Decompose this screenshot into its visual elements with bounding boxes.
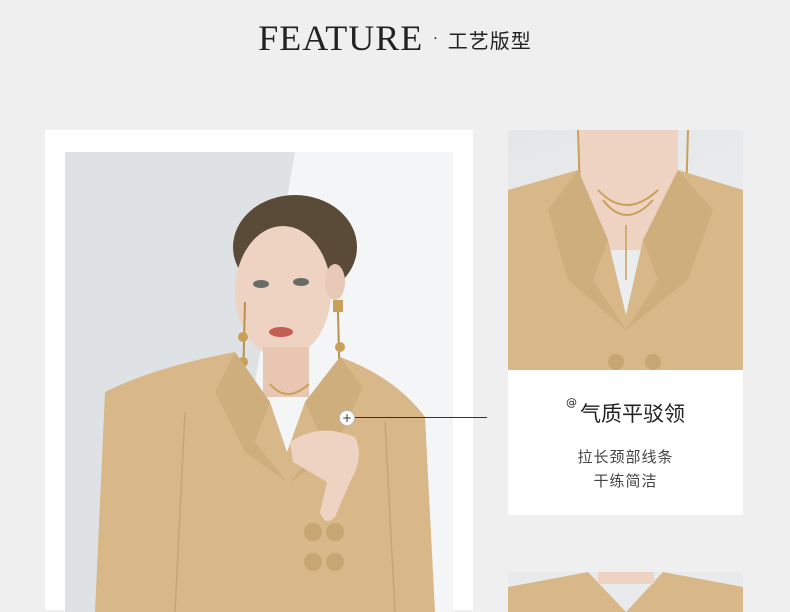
detail-photo-2: [508, 572, 743, 612]
feature-title: @ 气质平驳领: [508, 396, 743, 428]
collar-detail-photo: [508, 130, 743, 370]
section-header: FEATURE · 工艺版型: [0, 18, 790, 58]
title-separator: ·: [433, 31, 438, 47]
feature-desc-line-2: 干练简洁: [593, 472, 658, 490]
feature-marker: @: [566, 396, 577, 409]
model-photo: [65, 152, 453, 612]
plus-icon[interactable]: +: [339, 410, 355, 426]
section-title: FEATURE: [258, 18, 424, 58]
feature-caption-card: @ 气质平驳领 拉长颈部线条 干练简洁: [508, 370, 743, 515]
section-subtitle: 工艺版型: [447, 28, 532, 53]
feature-title-text: 气质平驳领: [580, 402, 685, 426]
callout-line: [355, 417, 487, 418]
main-photo-frame: [45, 130, 473, 612]
feature-desc-line-1: 拉长颈部线条: [577, 448, 674, 466]
